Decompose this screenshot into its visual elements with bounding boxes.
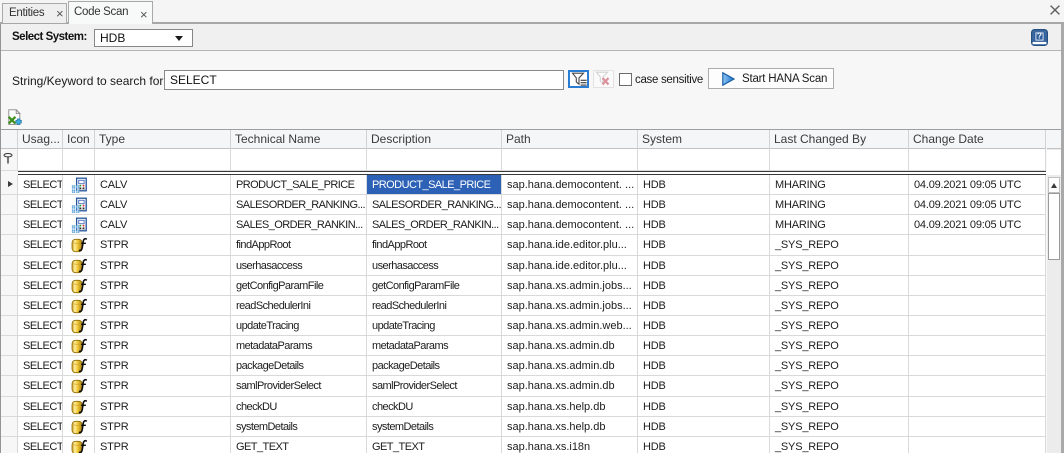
svg-text:?: ?	[1037, 32, 1042, 41]
